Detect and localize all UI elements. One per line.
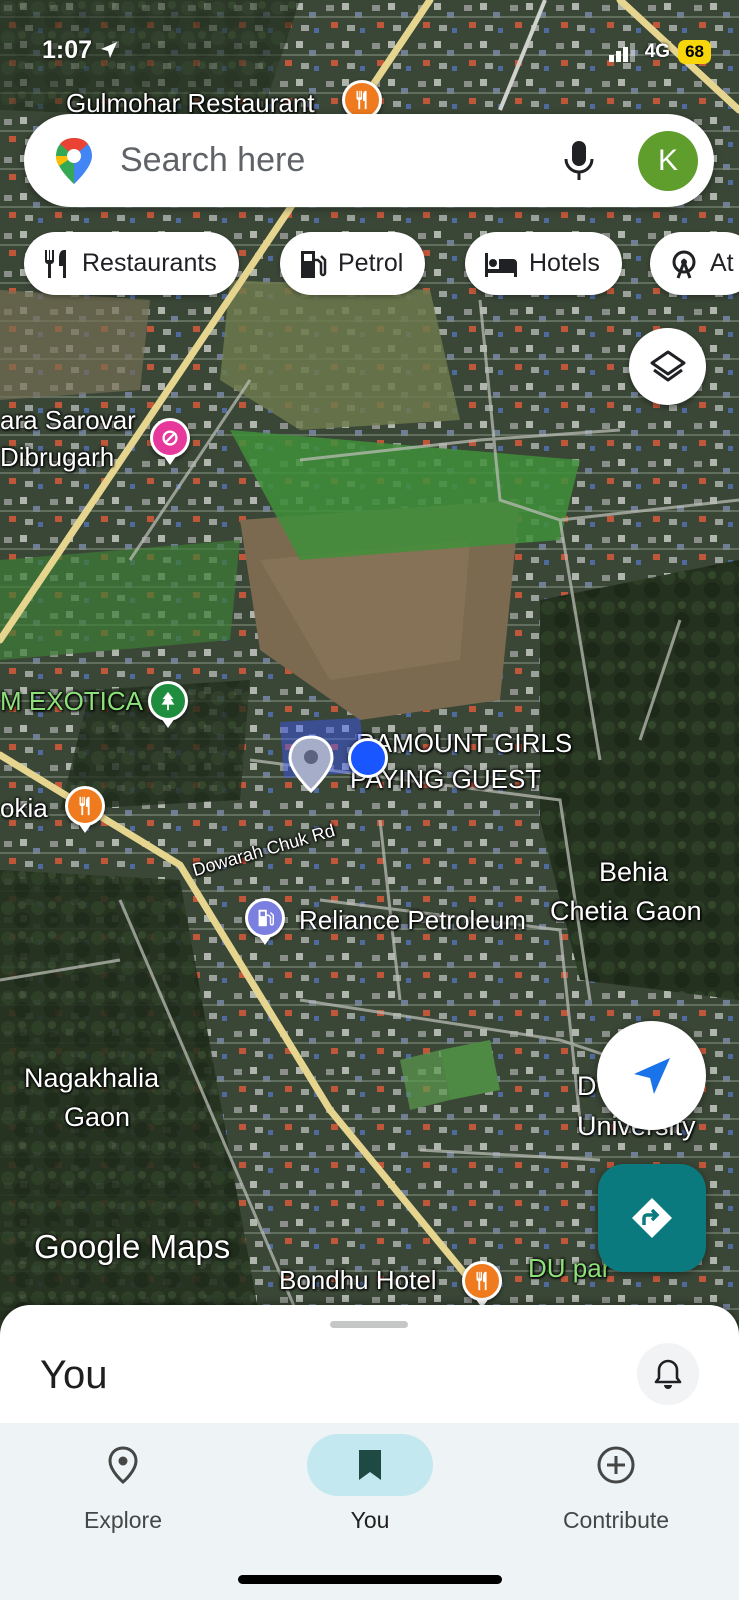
status-time: 1:07 xyxy=(42,36,119,65)
nav-label: Explore xyxy=(84,1507,162,1533)
place-label[interactable]: okia xyxy=(0,793,48,824)
battery-level: 68 xyxy=(678,40,711,64)
restaurant-pin[interactable] xyxy=(462,1261,502,1308)
status-bar: 1:07 4G 68 xyxy=(0,36,739,72)
category-chips: Restaurants Petrol Hotels At xyxy=(24,232,739,295)
chip-hotels[interactable]: Hotels xyxy=(465,232,622,295)
navigation-arrow-icon xyxy=(633,1057,670,1094)
layers-button[interactable] xyxy=(629,328,706,405)
place-label[interactable]: RAMOUNT GIRLS xyxy=(356,728,572,759)
current-location-dot xyxy=(348,738,388,778)
home-indicator xyxy=(238,1575,502,1584)
hotel-icon xyxy=(162,430,178,446)
chip-restaurants[interactable]: Restaurants xyxy=(24,232,239,295)
hotel-pin[interactable] xyxy=(150,418,190,465)
chip-label: Restaurants xyxy=(82,249,217,277)
signal-icon xyxy=(608,43,635,62)
tree-icon xyxy=(161,691,175,711)
place-label[interactable]: M EXOTICA xyxy=(0,686,143,717)
restaurant-pin[interactable] xyxy=(65,786,105,833)
location-arrow-icon xyxy=(101,42,117,58)
ferris-wheel-icon xyxy=(672,250,696,279)
nav-label: Contribute xyxy=(562,1507,670,1533)
place-label[interactable]: DU par xyxy=(528,1253,610,1284)
dropped-pin-icon[interactable] xyxy=(287,735,335,793)
fork-knife-icon xyxy=(356,90,367,110)
search-input[interactable]: Search here xyxy=(120,141,305,180)
network-type: 4G xyxy=(644,41,671,62)
fork-knife-icon xyxy=(476,1271,487,1291)
bed-icon xyxy=(485,252,517,277)
chip-petrol[interactable]: Petrol xyxy=(280,232,426,295)
place-label[interactable]: Bondhu Hotel xyxy=(279,1265,437,1296)
account-avatar[interactable]: K xyxy=(638,131,698,191)
microphone-icon[interactable] xyxy=(559,138,599,184)
area-label: Gaon xyxy=(64,1102,131,1132)
notifications-button[interactable] xyxy=(637,1343,699,1405)
fuel-pump-icon xyxy=(301,250,327,278)
nav-label: You xyxy=(350,1507,390,1533)
place-label[interactable]: Reliance Petroleum xyxy=(299,905,526,936)
area-label: Behia xyxy=(599,857,669,887)
bookmark-icon xyxy=(359,1450,381,1480)
bell-icon xyxy=(654,1359,682,1389)
bottom-sheet[interactable]: You xyxy=(0,1305,739,1425)
chip-label: At xyxy=(710,249,734,277)
sheet-drag-handle[interactable] xyxy=(330,1321,408,1328)
nav-you[interactable]: You xyxy=(280,1433,460,1534)
bottom-navigation: Explore You Contribute xyxy=(0,1423,739,1600)
chip-attractions[interactable]: At xyxy=(650,232,739,295)
layers-icon xyxy=(650,350,685,381)
google-maps-watermark: Google Maps xyxy=(34,1228,231,1265)
place-label[interactable]: ara Sarovar xyxy=(0,405,136,436)
directions-icon xyxy=(632,1198,672,1238)
area-label: Chetia Gaon xyxy=(550,896,702,926)
google-maps-logo-icon xyxy=(56,138,92,184)
park-pin[interactable] xyxy=(148,681,188,728)
fork-knife-icon xyxy=(45,249,66,278)
add-circle-icon xyxy=(597,1446,635,1484)
chip-label: Petrol xyxy=(338,249,404,277)
directions-button[interactable] xyxy=(598,1164,706,1272)
nav-explore[interactable]: Explore xyxy=(33,1433,213,1534)
search-bar[interactable]: Search here K xyxy=(24,114,714,207)
place-label[interactable]: Dibrugarh xyxy=(0,442,114,473)
sheet-title: You xyxy=(40,1353,108,1397)
my-location-button[interactable] xyxy=(597,1021,706,1130)
fuel-pump-icon xyxy=(258,909,274,927)
nav-contribute[interactable]: Contribute xyxy=(526,1433,706,1534)
avatar-initial: K xyxy=(657,144,678,177)
location-pin-icon xyxy=(108,1446,138,1484)
chip-label: Hotels xyxy=(529,249,600,277)
area-label: Nagakhalia xyxy=(24,1063,160,1093)
fork-knife-icon xyxy=(79,796,90,816)
fuel-pin[interactable] xyxy=(245,898,285,945)
